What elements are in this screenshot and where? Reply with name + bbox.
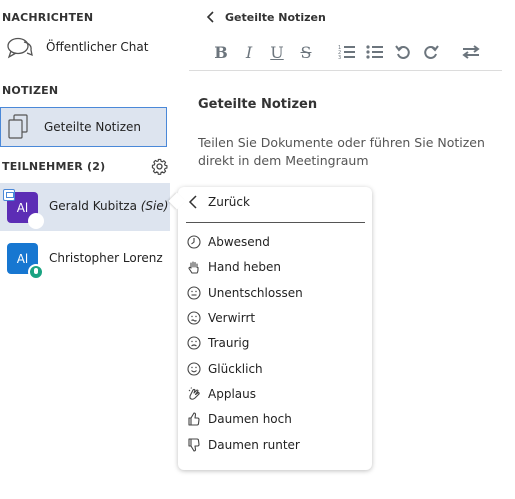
- neutral-face-icon: [187, 286, 201, 300]
- notes-icon: [8, 114, 28, 139]
- notes-title: Geteilte Notizen: [198, 97, 318, 112]
- user-name: Christopher Lorenz: [49, 251, 163, 265]
- public-chat-label: Öffentlicher Chat: [46, 40, 149, 54]
- clock-icon: [187, 235, 201, 249]
- menu-divider: [186, 222, 365, 223]
- status-label: Traurig: [208, 336, 250, 350]
- status-thumbs-up[interactable]: Daumen hoch: [178, 407, 372, 431]
- status-happy[interactable]: Glücklich: [178, 357, 372, 381]
- status-label: Hand heben: [208, 260, 282, 274]
- participants-header: TEILNEHMER (2): [2, 160, 106, 173]
- sad-face-icon: [187, 336, 201, 350]
- status-thumbs-down[interactable]: Daumen runter: [178, 433, 372, 457]
- svg-text:3: 3: [338, 55, 341, 60]
- status-label: Daumen hoch: [208, 412, 292, 426]
- undo-icon[interactable]: [395, 44, 411, 60]
- user-row-self[interactable]: Al Gerald Kubitza (Sie): [0, 183, 170, 231]
- status-sad[interactable]: Traurig: [178, 331, 372, 355]
- status-raise-hand[interactable]: Hand heben: [178, 255, 372, 279]
- status-label: Glücklich: [208, 362, 263, 376]
- user-row[interactable]: Al Christopher Lorenz: [0, 236, 170, 284]
- status-label: Applaus: [208, 387, 256, 401]
- status-dot: [28, 213, 44, 229]
- shared-notes-item[interactable]: Geteilte Notizen: [0, 107, 167, 147]
- status-undecided[interactable]: Unentschlossen: [178, 281, 372, 305]
- redo-icon[interactable]: [423, 44, 439, 60]
- chevron-left-icon: [206, 11, 214, 23]
- status-label: Unentschlossen: [208, 286, 303, 300]
- status-label: Abwesend: [208, 235, 270, 249]
- status-label: Verwirrt: [208, 311, 256, 325]
- status-confused[interactable]: Verwirrt: [178, 306, 372, 330]
- ordered-list-icon[interactable]: 1 2 3: [338, 44, 356, 60]
- notes-back-button[interactable]: Geteilte Notizen: [205, 8, 326, 26]
- chevron-left-icon: [188, 195, 197, 209]
- chat-icon: [7, 37, 33, 59]
- bullet-list-icon[interactable]: [366, 44, 384, 60]
- swap-direction-icon[interactable]: [462, 45, 480, 59]
- status-applause[interactable]: Applaus: [178, 382, 372, 406]
- thumbs-up-icon: [188, 412, 200, 426]
- shared-notes-label: Geteilte Notizen: [44, 120, 141, 134]
- happy-face-icon: [187, 362, 201, 376]
- menu-back-button[interactable]: Zurück: [178, 190, 372, 214]
- applause-icon: [188, 387, 200, 400]
- menu-back-label: Zurück: [208, 195, 250, 209]
- notes-header: NOTIZEN: [2, 84, 59, 97]
- presenter-icon: [3, 189, 15, 201]
- status-menu: Zurück Abwesend Hand heben Unentschlosse…: [168, 187, 372, 470]
- status-label: Daumen runter: [208, 438, 300, 452]
- toolbar-divider: [189, 70, 502, 71]
- notes-description: Teilen Sie Dokumente oder führen Sie Not…: [198, 135, 485, 168]
- user-name: Gerald Kubitza (Sie): [49, 199, 169, 213]
- messages-header: NACHRICHTEN: [2, 11, 94, 24]
- italic-button[interactable]: I: [239, 42, 259, 62]
- thumbs-down-icon: [188, 438, 200, 452]
- hand-icon: [188, 261, 199, 274]
- confused-face-icon: [187, 311, 201, 325]
- public-chat-item[interactable]: Öffentlicher Chat: [0, 34, 170, 62]
- settings-gear-icon[interactable]: [151, 158, 168, 175]
- status-away[interactable]: Abwesend: [178, 230, 372, 254]
- bold-button[interactable]: B: [211, 42, 231, 62]
- notes-back-label: Geteilte Notizen: [225, 10, 326, 24]
- strikethrough-button[interactable]: S: [296, 42, 316, 62]
- microphone-icon: [28, 264, 44, 280]
- underline-button[interactable]: U: [267, 42, 287, 62]
